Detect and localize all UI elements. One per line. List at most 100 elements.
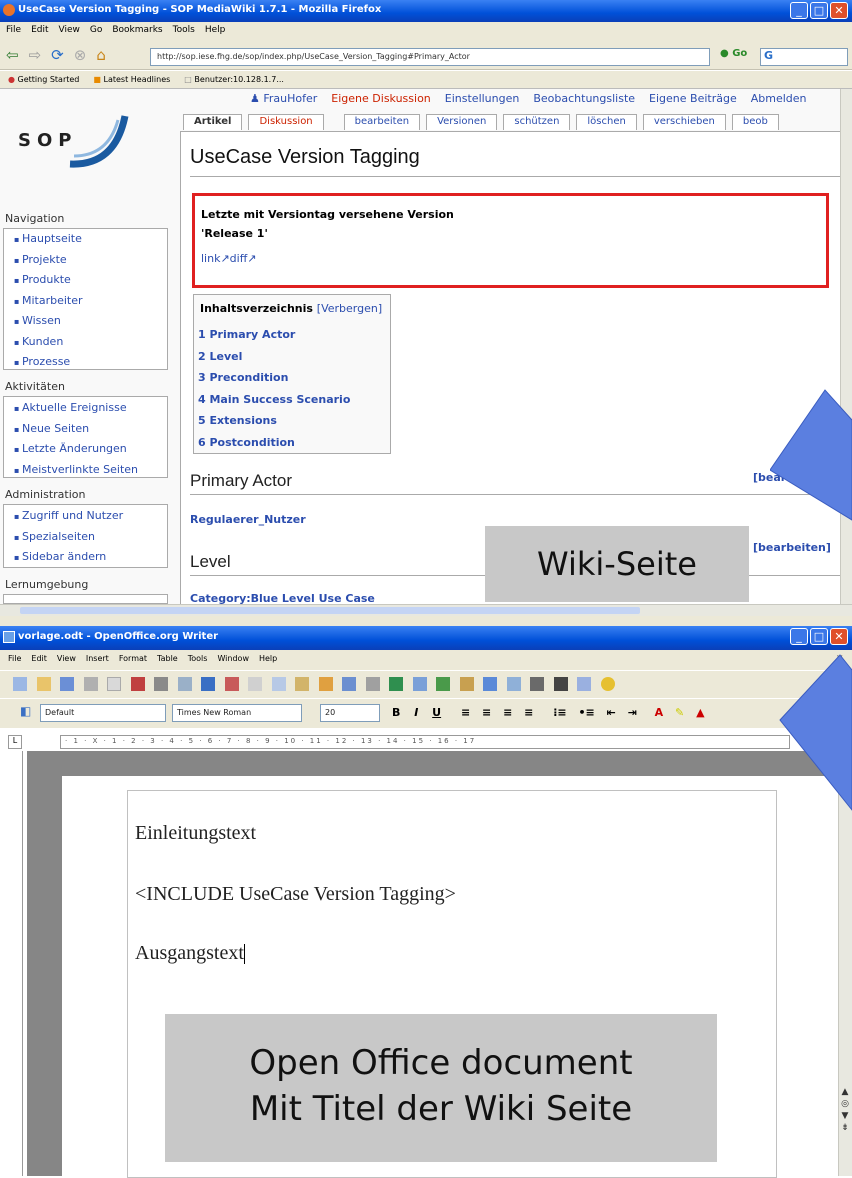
edit-mode-icon[interactable] (107, 677, 121, 691)
menu-help[interactable]: Help (259, 654, 277, 666)
version-box-links[interactable]: link↗diff↗ (201, 252, 257, 265)
navigator-icon[interactable] (483, 677, 497, 691)
tab-stop-icon[interactable]: L (8, 735, 22, 749)
increase-indent-icon[interactable]: ⇥ (628, 706, 637, 719)
bold-icon[interactable]: B (392, 706, 400, 719)
new-icon[interactable] (13, 677, 27, 691)
font-color-icon[interactable]: A (655, 706, 664, 719)
menu-insert[interactable]: Insert (86, 654, 109, 666)
numbering-icon[interactable]: ⁝≡ (553, 706, 566, 719)
preview-icon[interactable] (177, 677, 192, 691)
tab-loeschen[interactable]: löschen (576, 114, 637, 130)
menu-tools[interactable]: Tools (173, 25, 195, 37)
menu-file[interactable]: File (8, 654, 21, 666)
tab-versionen[interactable]: Versionen (426, 114, 498, 130)
sidebar-item-mitarbeiter[interactable]: Mitarbeiter (14, 291, 83, 312)
font-size-select[interactable]: 20 (320, 704, 380, 722)
bookmark-getting-started[interactable]: ● Getting Started (8, 75, 79, 84)
user-link-frauhofer[interactable]: ♟ FrauHofer (250, 92, 317, 105)
go-button[interactable]: ● Go (720, 48, 747, 59)
help-icon[interactable] (600, 677, 615, 691)
align-left-icon[interactable]: ≡ (461, 706, 470, 719)
horizontal-ruler[interactable]: · 1 · X · 1 · 2 · 3 · 4 · 5 · 6 · 7 · 8 … (60, 735, 790, 749)
toc-item[interactable]: 6 Postcondition (198, 432, 350, 454)
reload-icon[interactable]: ⟳ (51, 46, 64, 64)
sidebar-item-wissen[interactable]: Wissen (14, 311, 83, 332)
table-icon[interactable] (412, 677, 427, 691)
bullets-icon[interactable]: •≡ (578, 706, 594, 719)
sidebar-item-letzte-aenderungen[interactable]: Letzte Änderungen (14, 439, 138, 460)
menu-format[interactable]: Format (119, 654, 147, 666)
toc-item[interactable]: 3 Precondition (198, 367, 350, 389)
document-line-3[interactable]: Ausgangstext (135, 942, 245, 965)
document-line-1[interactable]: Einleitungstext (135, 822, 256, 845)
user-link-beitraege[interactable]: Eigene Beiträge (649, 92, 737, 105)
sidebar-item-spezialseiten[interactable]: Spezialseiten (14, 527, 123, 548)
sidebar-item-produkte[interactable]: Produkte (14, 270, 83, 291)
sidebar-item-meistverlinkt[interactable]: Meistverlinkte Seiten (14, 460, 138, 481)
datasources-icon[interactable] (530, 677, 544, 691)
user-link-beobachtungsliste[interactable]: Beobachtungsliste (533, 92, 635, 105)
minimize-icon[interactable]: _ (790, 2, 808, 19)
tab-artikel[interactable]: Artikel (183, 114, 243, 130)
user-link-abmelden[interactable]: Abmelden (751, 92, 807, 105)
menu-table[interactable]: Table (157, 654, 178, 666)
save-icon[interactable] (60, 677, 74, 691)
close-icon[interactable]: ✕ (830, 2, 848, 19)
forward-icon[interactable]: ⇨ (29, 46, 42, 64)
underline-icon[interactable]: U (432, 706, 441, 719)
sidebar-item-neue-seiten[interactable]: Neue Seiten (14, 419, 138, 440)
zoom-icon[interactable] (577, 677, 591, 691)
maximize-icon[interactable]: □ (810, 2, 828, 19)
italic-icon[interactable]: I (414, 706, 418, 719)
tab-beobachten[interactable]: beob (731, 114, 779, 130)
open-icon[interactable] (36, 677, 51, 691)
home-icon[interactable]: ⌂ (96, 46, 106, 64)
toc-item[interactable]: 5 Extensions (198, 410, 350, 432)
bookmark-benutzer[interactable]: □ Benutzer:10.128.1.7... (184, 75, 284, 84)
menu-edit[interactable]: Edit (31, 25, 48, 37)
align-center-icon[interactable]: ≡ (482, 706, 491, 719)
menu-view[interactable]: View (59, 25, 80, 37)
back-icon[interactable]: ⇦ (6, 46, 19, 64)
spellcheck-icon[interactable] (201, 677, 215, 691)
cut-icon[interactable] (248, 677, 262, 691)
stop-icon[interactable]: ⊗ (74, 46, 87, 64)
hyperlink-icon[interactable] (389, 677, 403, 691)
sidebar-item-sidebar-aendern[interactable]: Sidebar ändern (14, 547, 123, 568)
find-icon[interactable] (459, 677, 474, 691)
menu-window[interactable]: Window (217, 654, 249, 666)
tab-bearbeiten[interactable]: bearbeiten (343, 114, 421, 130)
section-content-link[interactable]: Regulaerer_Nutzer (190, 513, 306, 526)
paragraph-style-select[interactable]: Default (40, 704, 166, 722)
font-name-select[interactable]: Times New Roman (172, 704, 302, 722)
menu-edit[interactable]: Edit (31, 654, 47, 666)
url-input[interactable]: http://sop.iese.fhg.de/sop/index.php/Use… (150, 48, 710, 66)
email-icon[interactable] (83, 677, 98, 691)
tab-diskussion[interactable]: Diskussion (248, 114, 324, 130)
print-icon[interactable] (154, 677, 168, 691)
sop-logo[interactable]: SOP (18, 130, 77, 151)
undo-icon[interactable] (342, 677, 356, 691)
menu-view[interactable]: View (57, 654, 76, 666)
nonprinting-chars-icon[interactable] (553, 677, 568, 691)
sidebar-item-ereignisse[interactable]: Aktuelle Ereignisse (14, 398, 138, 419)
paste-icon[interactable] (295, 677, 309, 691)
menu-go[interactable]: Go (90, 25, 102, 37)
menu-file[interactable]: File (6, 25, 21, 37)
sidebar-item-zugriff[interactable]: Zugriff und Nutzer (14, 506, 123, 527)
sidebar-item-hauptseite[interactable]: Hauptseite (14, 229, 83, 250)
scroll-thumb[interactable] (20, 607, 640, 614)
user-link-einstellungen[interactable]: Einstellungen (445, 92, 520, 105)
styles-icon[interactable]: ◧ (20, 704, 31, 718)
menu-help[interactable]: Help (205, 25, 226, 37)
menu-tools[interactable]: Tools (188, 654, 208, 666)
autospell-icon[interactable] (224, 677, 239, 691)
toc-item[interactable]: 1 Primary Actor (198, 324, 350, 346)
tab-verschieben[interactable]: verschieben (642, 114, 726, 130)
vertical-ruler[interactable] (5, 751, 23, 1176)
align-right-icon[interactable]: ≡ (503, 706, 512, 719)
search-input[interactable]: G (760, 48, 848, 66)
toc-item[interactable]: 2 Level (198, 346, 350, 368)
user-link-diskussion[interactable]: Eigene Diskussion (331, 92, 430, 105)
